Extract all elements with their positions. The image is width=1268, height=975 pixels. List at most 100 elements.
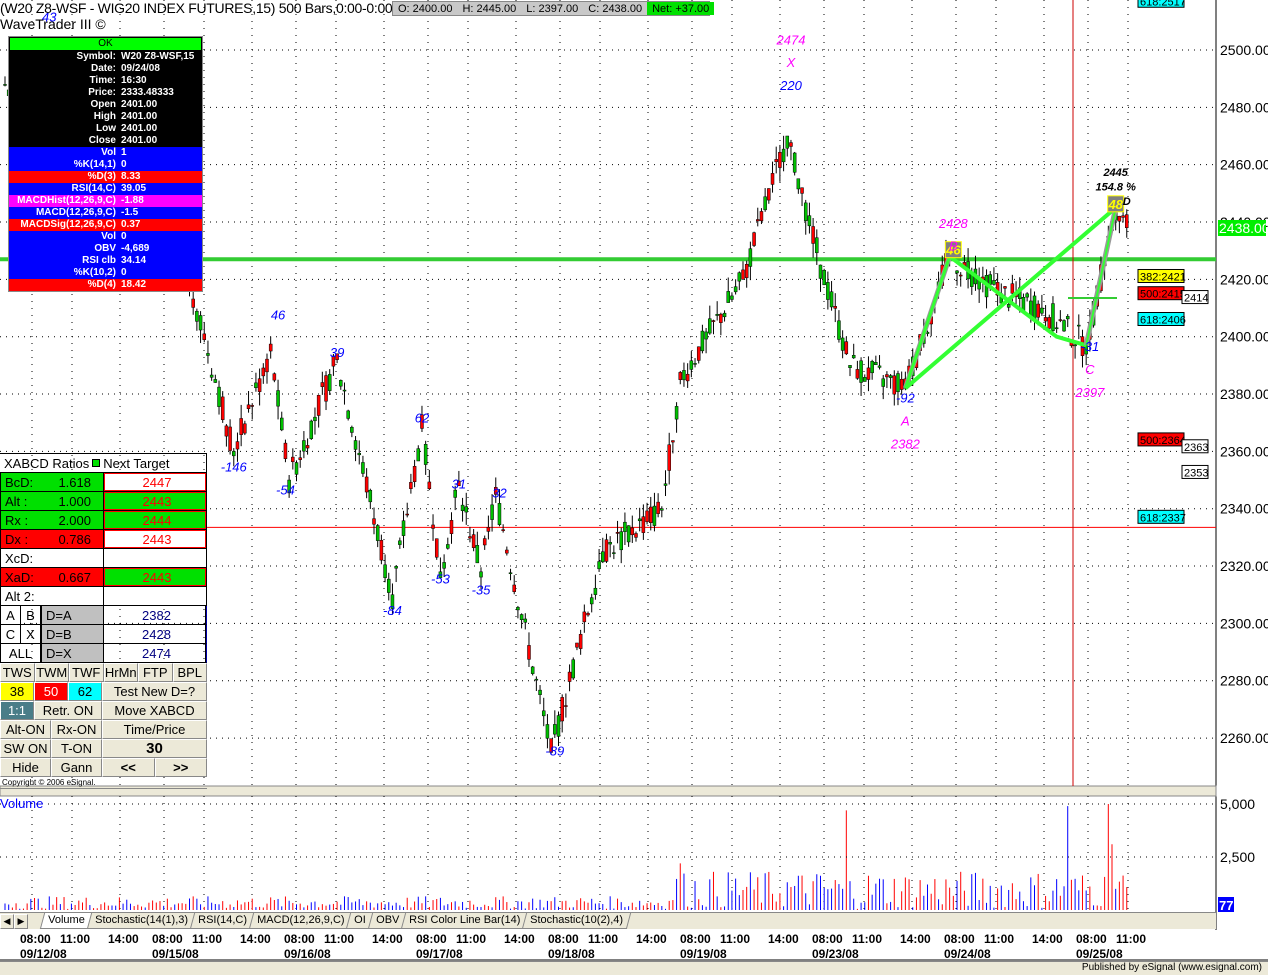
candle-body bbox=[796, 178, 801, 190]
candle-body bbox=[604, 539, 609, 562]
all-points-button[interactable]: ALL bbox=[1, 644, 42, 662]
d-target-value: 2382 bbox=[104, 606, 206, 624]
candle-body bbox=[826, 282, 830, 300]
point-A-button[interactable]: A bbox=[1, 606, 21, 624]
candle-body bbox=[383, 564, 387, 578]
point-C-button[interactable]: C bbox=[1, 625, 21, 643]
point-row: ALL D=X 2474 bbox=[0, 644, 207, 663]
ratio-row[interactable]: Rx : 2.000 2444 bbox=[0, 511, 207, 530]
tws-button[interactable]: TWS bbox=[0, 663, 35, 682]
swing-label: -35 bbox=[472, 583, 492, 598]
data-window-status: OK bbox=[10, 38, 201, 50]
data-window[interactable]: OK Symbol: W20 Z8-WSF,15 Date: 09/24/08 Time… bbox=[8, 36, 203, 292]
copyright-text: Copyright © 2006 eSignal. bbox=[0, 777, 207, 789]
candle-body bbox=[770, 173, 775, 185]
candle-body bbox=[708, 318, 712, 334]
candle-body bbox=[586, 613, 590, 616]
point-B-button[interactable]: B bbox=[21, 606, 42, 624]
point-X-button[interactable]: X bbox=[21, 625, 42, 643]
candle-body bbox=[1051, 303, 1055, 331]
hide-button[interactable]: Hide bbox=[0, 758, 51, 777]
bar-count-field[interactable]: 30 bbox=[102, 739, 207, 758]
candle-body bbox=[851, 355, 856, 359]
time-axis-label: 11:00 bbox=[456, 932, 486, 946]
candle-body bbox=[243, 423, 247, 434]
candle-body bbox=[564, 705, 568, 707]
candle-body bbox=[538, 689, 542, 695]
previous-button[interactable]: << bbox=[102, 758, 155, 777]
retr-on-button[interactable]: Retr. ON bbox=[34, 701, 102, 720]
time-axis-label: 14:00 bbox=[108, 932, 139, 946]
data-row: RSI(14,C) 39.05 bbox=[9, 183, 202, 195]
test-new-d-button[interactable]: Test New D=? bbox=[102, 682, 207, 701]
tab-label: RSI Color Line Bar(14) bbox=[408, 914, 521, 926]
candle-body bbox=[693, 363, 697, 365]
candle-body bbox=[608, 542, 612, 545]
data-value: 0 bbox=[121, 267, 127, 278]
data-row: Open 2401.00 bbox=[9, 99, 202, 111]
candle-body bbox=[840, 337, 845, 351]
ratio-row[interactable]: Dx : 0.786 2443 bbox=[0, 530, 207, 549]
candle-body bbox=[449, 520, 454, 534]
candle-body bbox=[353, 440, 358, 450]
tab-study[interactable]: RSI Color Line Bar(14) bbox=[400, 913, 529, 929]
time-price-button[interactable]: Time/Price bbox=[102, 720, 207, 739]
candle-body bbox=[305, 445, 310, 449]
sw-on-button[interactable]: SW ON bbox=[0, 739, 51, 758]
candle-body bbox=[486, 526, 491, 532]
candle-body bbox=[630, 527, 635, 536]
candle-body bbox=[866, 367, 871, 380]
tab-study[interactable]: Stochastic(10(2),4) bbox=[521, 913, 632, 929]
rx-on-button[interactable]: Rx-ON bbox=[51, 720, 102, 739]
tab-scroll-left-button[interactable]: ◀ bbox=[0, 913, 14, 929]
target-value: 2443 bbox=[104, 568, 206, 586]
tab-study[interactable]: Volume bbox=[39, 913, 93, 929]
candle-body bbox=[560, 697, 564, 722]
next-button[interactable]: >> bbox=[154, 758, 207, 777]
candle-body bbox=[1077, 324, 1081, 327]
fib-62-button[interactable]: 62 bbox=[68, 682, 102, 701]
twf-button[interactable]: TWF bbox=[69, 663, 104, 682]
tab-scroll-right-button[interactable]: ▶ bbox=[14, 913, 28, 929]
candle-body bbox=[316, 394, 321, 416]
time-axis-label: 14:00 bbox=[768, 932, 799, 946]
candle-body bbox=[298, 457, 302, 460]
price-axis-label: 2460.00 bbox=[1220, 157, 1268, 173]
ftp-button[interactable]: FTP bbox=[138, 663, 173, 682]
tab-study[interactable]: Stochastic(14(1),3) bbox=[86, 913, 196, 929]
candle-body bbox=[733, 286, 738, 293]
price-tag-label: 2353 bbox=[1184, 467, 1208, 479]
candle-body bbox=[320, 382, 325, 387]
candle-body bbox=[1043, 317, 1048, 322]
alt-on-button[interactable]: Alt-ON bbox=[0, 720, 51, 739]
time-axis-label: 14:00 bbox=[372, 932, 403, 946]
twm-button[interactable]: TWM bbox=[34, 663, 69, 682]
fib-38-button[interactable]: 38 bbox=[0, 682, 34, 701]
ratio-row[interactable]: XcD: bbox=[0, 549, 207, 568]
candle-body bbox=[874, 362, 878, 365]
ratio-row[interactable]: Alt : 1.000 2443 bbox=[0, 492, 207, 511]
ratio-row[interactable]: XaD: 0.667 2443 bbox=[0, 568, 207, 587]
gann-button[interactable]: Gann bbox=[51, 758, 102, 777]
ratio-row[interactable]: BcD: 1.618 2447 bbox=[0, 473, 207, 492]
t-on-button[interactable]: T-ON bbox=[51, 739, 102, 758]
candle-body bbox=[294, 462, 299, 475]
bpl-button[interactable]: BPL bbox=[172, 663, 207, 682]
data-value: -1.5 bbox=[121, 207, 139, 218]
fib-50-button[interactable]: 50 bbox=[34, 682, 68, 701]
time-axis-label: 08:00 bbox=[944, 932, 975, 946]
tab-study[interactable]: RSI(14,C) bbox=[189, 913, 255, 929]
candle-body bbox=[737, 272, 742, 282]
candle-body bbox=[272, 373, 277, 381]
study-tabs: ◀ ▶ Volume Stochastic(14(1),3) RSI(14,C) MA… bbox=[0, 912, 1216, 929]
ratio-1-1-button[interactable]: 1:1 bbox=[0, 701, 34, 720]
candle-body bbox=[807, 215, 812, 227]
hrmn-button[interactable]: HrMn bbox=[103, 663, 138, 682]
candle-body bbox=[1032, 295, 1037, 320]
candle-body bbox=[877, 365, 882, 368]
move-xabcd-button[interactable]: Move XABCD bbox=[102, 701, 207, 720]
last-volume-value: 77 bbox=[1219, 898, 1233, 913]
swing-label: 2445 bbox=[1102, 167, 1128, 179]
tab-study[interactable]: MACD(12,26,9,C) bbox=[248, 913, 353, 929]
ratio-row[interactable]: Alt 2: bbox=[0, 587, 207, 606]
